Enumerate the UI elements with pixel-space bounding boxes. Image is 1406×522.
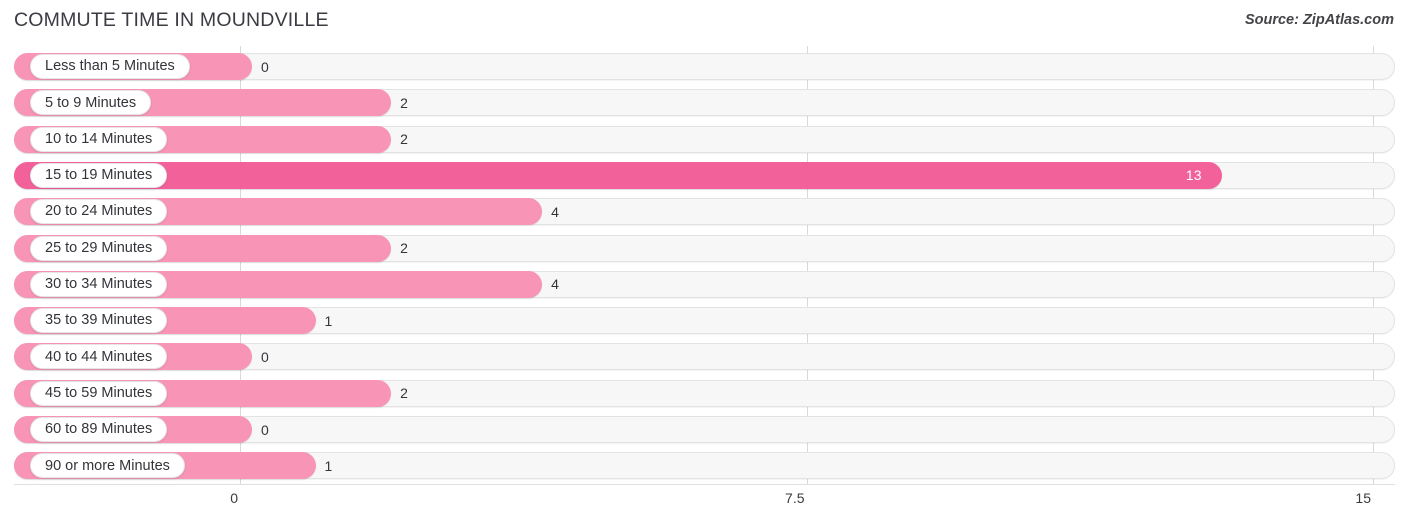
bar-value-label: 13 xyxy=(1185,167,1202,184)
bar-row[interactable]: 15 to 19 Minutes 13 xyxy=(14,161,1395,189)
category-label-pill: 20 to 24 Minutes xyxy=(30,199,168,225)
source-attribution: Source: ZipAtlas.com xyxy=(1244,12,1394,28)
category-label: 35 to 39 Minutes xyxy=(45,312,153,329)
category-label: 15 to 19 Minutes xyxy=(45,167,153,184)
x-axis-line xyxy=(14,484,1395,485)
bar-value-label: 4 xyxy=(551,203,559,220)
bar-row[interactable]: 90 or more Minutes 1 xyxy=(14,452,1395,480)
bar-row[interactable]: 45 to 59 Minutes 2 xyxy=(14,379,1395,407)
category-label: 30 to 34 Minutes xyxy=(45,276,153,293)
bar-value-label: 0 xyxy=(261,348,269,365)
category-label-pill: 40 to 44 Minutes xyxy=(30,344,168,370)
bar-row[interactable]: 5 to 9 Minutes 2 xyxy=(14,89,1395,117)
bar-value-label: 2 xyxy=(400,131,408,148)
plot-area: Less than 5 Minutes 0 5 to 9 Minutes 2 10 to… xyxy=(0,46,1406,484)
category-label-pill: 90 or more Minutes xyxy=(30,453,185,479)
category-label: 45 to 59 Minutes xyxy=(45,384,153,401)
bar-row[interactable]: 35 to 39 Minutes 1 xyxy=(14,307,1395,335)
category-label-pill: Less than 5 Minutes xyxy=(30,54,190,79)
category-label-pill: 15 to 19 Minutes xyxy=(30,162,168,188)
category-label: Less than 5 Minutes xyxy=(45,58,175,75)
bar-fill xyxy=(14,161,1222,189)
bar-rows: Less than 5 Minutes 0 5 to 9 Minutes 2 10 to… xyxy=(0,46,1406,484)
category-label-pill: 10 to 14 Minutes xyxy=(30,126,168,152)
category-label-pill: 35 to 39 Minutes xyxy=(30,308,168,334)
category-label-pill: 30 to 34 Minutes xyxy=(30,271,168,297)
bar-value-label: 1 xyxy=(324,457,333,474)
chart-page: COMMUTE TIME IN MOUNDVILLE Source: ZipAt… xyxy=(0,0,1406,522)
category-label-pill: 45 to 59 Minutes xyxy=(30,380,168,406)
category-label-pill: 25 to 29 Minutes xyxy=(30,235,168,261)
bar-value-label: 1 xyxy=(324,312,333,329)
category-label-pill: 5 to 9 Minutes xyxy=(30,90,152,116)
x-tick-label: 7.5 xyxy=(785,490,805,506)
category-label: 25 to 29 Minutes xyxy=(45,239,153,256)
bar-row[interactable]: 30 to 34 Minutes 4 xyxy=(14,270,1395,298)
bar-value-label: 0 xyxy=(261,58,269,75)
x-tick-label: 15 xyxy=(1355,490,1371,506)
page-title: COMMUTE TIME IN MOUNDVILLE xyxy=(14,9,329,31)
bar-row[interactable]: 60 to 89 Minutes 0 xyxy=(14,416,1395,443)
chart-header: COMMUTE TIME IN MOUNDVILLE Source: ZipAt… xyxy=(0,0,1406,44)
bar-row[interactable]: 25 to 29 Minutes 2 xyxy=(14,234,1395,262)
category-label: 40 to 44 Minutes xyxy=(45,348,153,365)
category-label: 5 to 9 Minutes xyxy=(45,94,137,111)
bar-row[interactable]: 10 to 14 Minutes 2 xyxy=(14,125,1395,153)
bar-value-label: 0 xyxy=(261,421,269,438)
bar-value-label: 4 xyxy=(551,276,559,293)
x-tick-label: 0 xyxy=(230,490,238,506)
category-label: 60 to 89 Minutes xyxy=(45,421,153,438)
category-label: 10 to 14 Minutes xyxy=(45,130,153,147)
bar-row[interactable]: 40 to 44 Minutes 0 xyxy=(14,343,1395,371)
bar-value-label: 2 xyxy=(400,94,408,111)
bar-value-label: 2 xyxy=(400,240,408,256)
bar-value-label: 2 xyxy=(400,385,408,402)
category-label-pill: 60 to 89 Minutes xyxy=(30,417,168,442)
category-label: 90 or more Minutes xyxy=(45,457,170,474)
category-label: 20 to 24 Minutes xyxy=(45,203,153,220)
bar-row[interactable]: 20 to 24 Minutes 4 xyxy=(14,198,1395,226)
bar-row[interactable]: Less than 5 Minutes 0 xyxy=(14,53,1395,80)
x-axis: 0 7.5 15 xyxy=(0,484,1406,522)
